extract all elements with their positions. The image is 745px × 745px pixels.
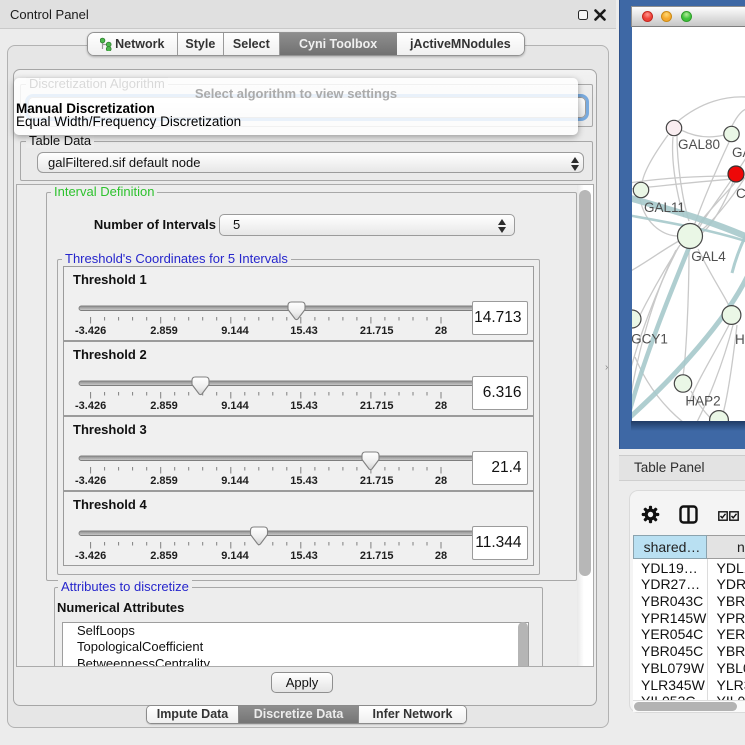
svg-text:GAL80: GAL80	[678, 137, 720, 152]
svg-text:GCY1: GCY1	[632, 332, 668, 347]
svg-text:GAL11: GAL11	[644, 200, 685, 215]
svg-text:GAL2: GAL2	[732, 145, 745, 160]
svg-text:GAL4: GAL4	[691, 249, 726, 264]
svg-text:HI: HI	[735, 332, 745, 347]
svg-text:HAP2: HAP2	[685, 394, 720, 409]
svg-text:CD: CD	[736, 186, 745, 201]
